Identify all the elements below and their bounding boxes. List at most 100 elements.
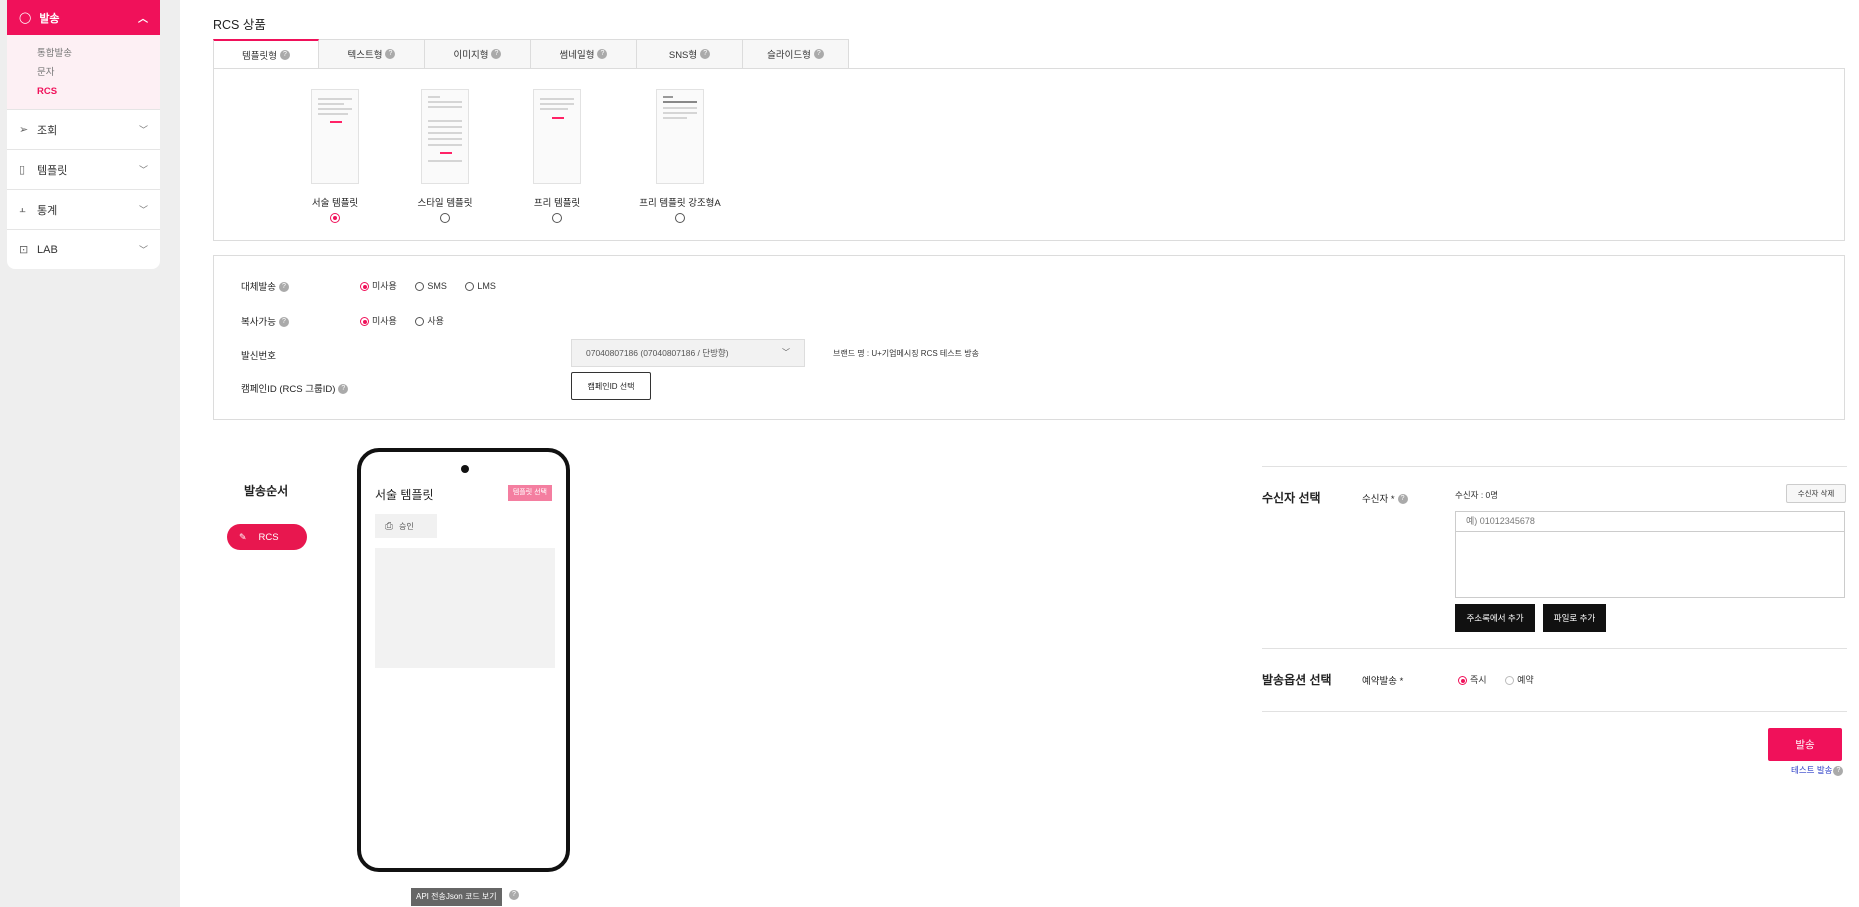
send-option-reserved[interactable]: 예약 (1505, 675, 1534, 686)
template-radio[interactable] (552, 213, 562, 223)
fallback-option-sms[interactable]: SMS (415, 281, 447, 292)
pencil-icon: ✎ (239, 531, 247, 542)
submenu-item-rcs[interactable]: RCS (37, 82, 160, 101)
send-icon: ➢ (19, 124, 29, 136)
tab-sns[interactable]: SNS형? (637, 39, 743, 69)
submenu-item-sms[interactable]: 문자 (37, 63, 160, 82)
fallback-option-unused[interactable]: 미사용 (360, 281, 397, 292)
sidebar-item-label: LAB (37, 243, 58, 256)
sidebar-item-stats[interactable]: ⫠ 통계 ﹀ (7, 189, 160, 229)
radio-button[interactable] (415, 317, 425, 327)
sidebar-item-send[interactable]: ◯ 발송 ︿ (7, 0, 160, 35)
approval-icon: ⎙ (385, 520, 393, 532)
template-thumbnail (656, 89, 704, 184)
radio-button[interactable] (465, 282, 475, 292)
help-icon[interactable]: ? (338, 384, 349, 395)
template-name: 서술 템플릿 (311, 198, 359, 209)
sidebar-item-template[interactable]: ▯ 템플릿 ﹀ (7, 149, 160, 189)
template-select-button[interactable]: 템플릿 선택 (507, 485, 552, 501)
help-icon[interactable]: ? (1833, 765, 1844, 776)
recipient-section-title: 수신자 선택 (1262, 491, 1321, 505)
status-text: 승인 (399, 521, 414, 531)
add-from-file-button[interactable]: 파일로 추가 (1543, 604, 1606, 632)
recipient-count: 수신자 : 0명 (1455, 490, 1499, 500)
radio-button[interactable] (1505, 676, 1515, 686)
template-radio[interactable] (675, 213, 685, 223)
template-thumbnail (533, 89, 581, 184)
template-option-style[interactable]: 스타일 템플릿 (385, 89, 505, 223)
preview-image-area (375, 548, 555, 668)
sidebar-item-lab[interactable]: ⊡ LAB ﹀ (7, 229, 160, 269)
send-option-section-title: 발송옵션 선택 (1262, 673, 1332, 687)
camera-dot (461, 465, 469, 473)
document-icon: ▯ (19, 164, 26, 176)
sender-number-value: 07040807186 (07040807186 / 단방향) (586, 348, 729, 358)
lab-icon: ⊡ (19, 244, 29, 256)
api-json-button[interactable]: API 전송Json 코드 보기 (411, 888, 502, 906)
template-option-descriptive[interactable]: 서술 템플릿 (275, 89, 395, 223)
template-thumbnail (311, 89, 359, 184)
fallback-option-lms[interactable]: LMS (465, 281, 496, 292)
help-icon[interactable]: ? (700, 49, 711, 59)
help-icon[interactable]: ? (278, 317, 289, 328)
template-radio[interactable] (330, 213, 340, 223)
send-button[interactable]: 발송 (1768, 728, 1842, 761)
radio-button[interactable] (360, 282, 369, 292)
chat-bubble-icon: ◯ (19, 12, 32, 24)
copy-option-used[interactable]: 사용 (415, 316, 444, 327)
tab-slide[interactable]: 슬라이드형? (743, 39, 849, 69)
chevron-up-icon: ︿ (138, 14, 148, 25)
tab-text[interactable]: 텍스트형? (319, 39, 425, 69)
divider (1262, 648, 1847, 649)
tab-label: SNS형 (668, 50, 698, 61)
radio-button[interactable] (415, 282, 425, 292)
send-settings-panel: 대체발송? 미사용 SMS LMS 복사가능? 미사용 사용 발신번호 0704… (213, 255, 1845, 420)
help-icon[interactable]: ? (813, 49, 824, 59)
radio-button[interactable] (1458, 676, 1467, 686)
bar-chart-icon: ⫠ (19, 203, 26, 215)
sidebar-item-search[interactable]: ➢ 조회 ﹀ (7, 109, 160, 149)
radio-button[interactable] (360, 317, 369, 327)
chevron-down-icon: ﹀ (138, 165, 148, 175)
tab-template[interactable]: 템플릿형? (213, 39, 319, 69)
chevron-down-icon: ﹀ (782, 348, 790, 357)
recipient-number-input[interactable]: 예) 01012345678 (1456, 512, 1844, 532)
submenu-item-integrated[interactable]: 통합발송 (37, 44, 160, 63)
help-icon[interactable]: ? (491, 49, 502, 59)
campaign-label: 캠페인ID (RCS 그룹ID)? (241, 381, 349, 395)
help-icon[interactable]: ? (385, 49, 396, 59)
send-option-immediate[interactable]: 즉시 (1458, 675, 1487, 686)
tab-label: 썸네일형 (559, 50, 595, 61)
send-order-rcs-pill[interactable]: ✎ RCS (227, 524, 307, 550)
template-thumbnail (421, 89, 469, 184)
recipient-input-area[interactable]: 예) 01012345678 (1455, 511, 1845, 598)
approval-status: ⎙ 승인 (375, 514, 437, 538)
tab-label: 슬라이드형 (767, 50, 811, 61)
page-title: RCS 상품 (213, 18, 266, 32)
chevron-down-icon: ﹀ (138, 125, 148, 135)
reservation-radios: 즉시 예약 (1458, 673, 1550, 686)
test-send-link[interactable]: 테스트 발송? (1791, 764, 1844, 776)
sidebar-submenu: 통합발송 문자 RCS (7, 35, 160, 109)
copy-option-unused[interactable]: 미사용 (360, 316, 397, 327)
sidebar-item-label: 통계 (37, 204, 58, 217)
phone-preview: 서술 템플릿 템플릿 선택 ⎙ 승인 (357, 448, 570, 872)
chevron-down-icon: ﹀ (138, 245, 148, 255)
help-icon[interactable]: ? (279, 49, 290, 60)
help-icon[interactable]: ? (597, 49, 608, 59)
template-option-free-emphasis[interactable]: 프리 템플릿 강조형A (620, 89, 740, 223)
sidebar-item-label: 발송 (39, 12, 60, 25)
tab-image[interactable]: 이미지형? (425, 39, 531, 69)
sender-number-select[interactable]: 07040807186 (07040807186 / 단방향) ﹀ (571, 339, 805, 367)
campaign-select-button[interactable]: 캠페인ID 선택 (571, 372, 651, 400)
help-icon[interactable]: ? (1397, 494, 1408, 505)
template-option-free[interactable]: 프리 템플릿 (497, 89, 617, 223)
delete-recipients-button[interactable]: 수신자 삭제 (1786, 484, 1846, 503)
template-name: 프리 템플릿 (533, 198, 581, 209)
add-from-address-book-button[interactable]: 주소록에서 추가 (1455, 604, 1535, 632)
template-selector: 서술 템플릿 스타일 템플릿 프리 템플릿 프리 템플릿 강조형A (213, 68, 1845, 241)
template-radio[interactable] (440, 213, 450, 223)
help-icon[interactable]: ? (509, 890, 519, 900)
tab-thumbnail[interactable]: 썸네일형? (531, 39, 637, 69)
help-icon[interactable]: ? (278, 282, 289, 293)
